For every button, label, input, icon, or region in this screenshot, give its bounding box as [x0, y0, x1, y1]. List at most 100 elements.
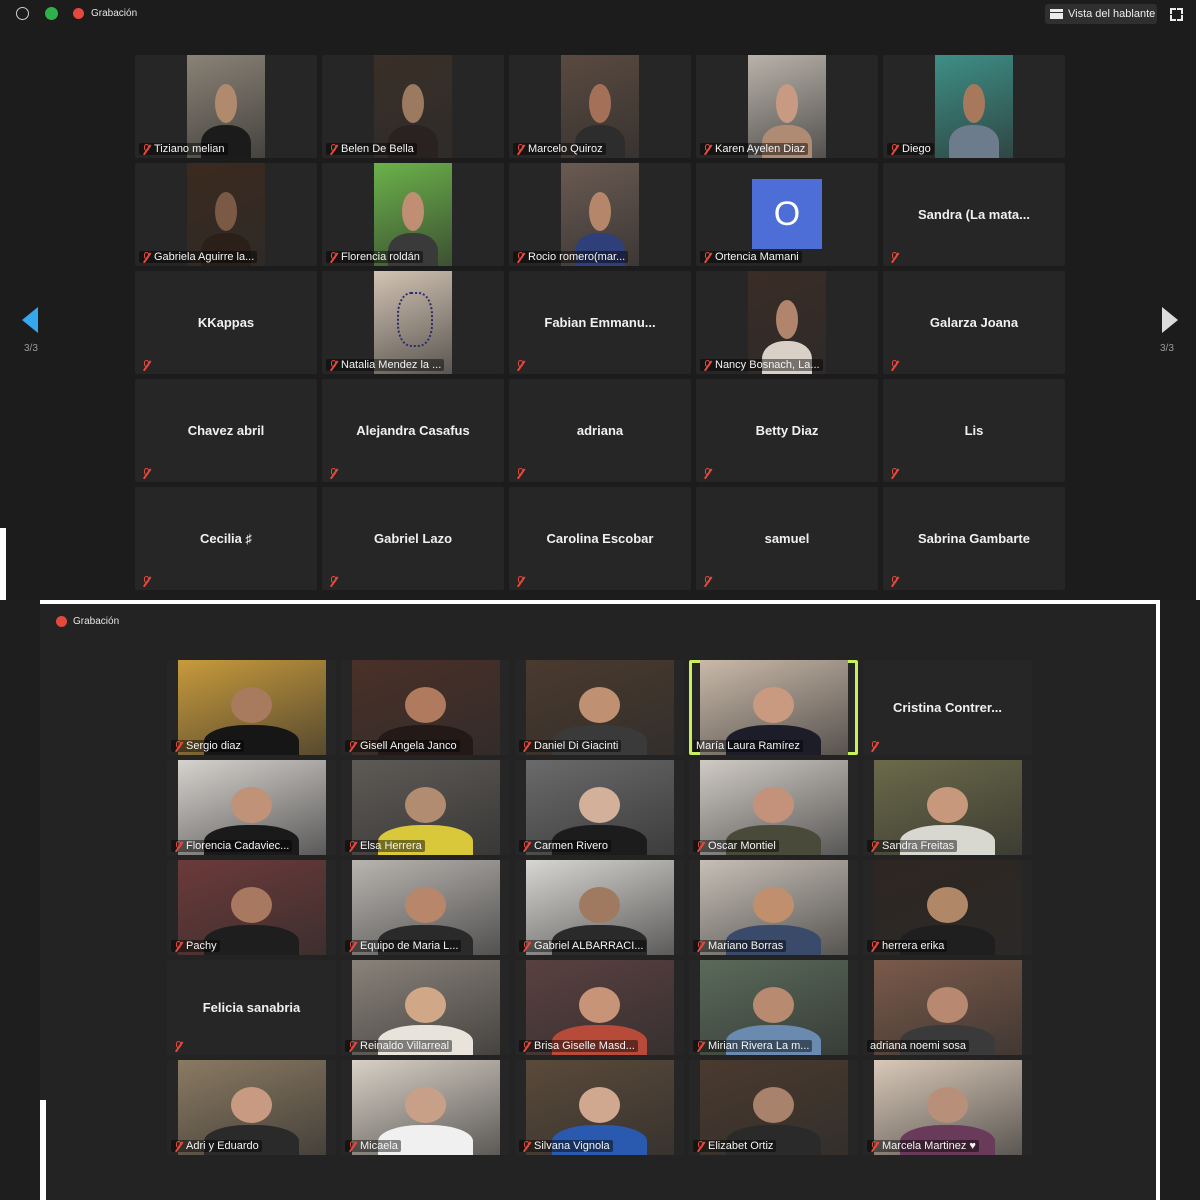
participant-tile[interactable]: Lis: [883, 379, 1065, 482]
participant-name: samuel: [764, 530, 810, 546]
participant-name: Tiziano melian: [154, 143, 225, 155]
participant-tile[interactable]: Brisa Giselle Masd...: [515, 960, 684, 1055]
participant-tile[interactable]: Gabriel ALBARRACI...: [515, 860, 684, 955]
participant-grid-top: Tiziano melian Belen De Bella Marcelo Quir…: [135, 55, 1065, 590]
participant-tile[interactable]: Carmen Rivero: [515, 760, 684, 855]
participant-tile[interactable]: samuel: [696, 487, 878, 590]
participant-tile[interactable]: Sandra Freitas: [863, 760, 1032, 855]
participant-tile[interactable]: Rocio romero(mar...: [509, 163, 691, 266]
participant-tile[interactable]: Sergio diaz: [167, 660, 336, 755]
participant-tile[interactable]: Betty Diaz: [696, 379, 878, 482]
participant-name-label: [171, 1041, 186, 1052]
participant-tile[interactable]: herrera erika: [863, 860, 1032, 955]
participant-name: Mirian Rivera La m...: [708, 1040, 810, 1052]
participant-tile[interactable]: Reinaldo Villarreal: [341, 960, 510, 1055]
participant-tile[interactable]: Cristina Contrer...: [863, 660, 1032, 755]
participant-tile[interactable]: Elsa Herrera: [341, 760, 510, 855]
participant-tile[interactable]: Nancy Bosnach, La...: [696, 271, 878, 374]
participant-name: Sabrina Gambarte: [918, 530, 1030, 546]
muted-mic-icon: [348, 740, 357, 752]
participant-name: Cristina Contrer...: [892, 699, 1003, 715]
next-page-button[interactable]: 3/3: [1150, 285, 1190, 375]
participant-name-label: [867, 741, 882, 752]
participant-tile[interactable]: Equipo de Maria L...: [341, 860, 510, 955]
participant-name-label: Elsa Herrera: [345, 840, 425, 852]
participant-tile[interactable]: Adri y Eduardo: [167, 1060, 336, 1155]
participant-name-label: [139, 360, 154, 371]
participant-tile[interactable]: Micaela: [341, 1060, 510, 1155]
participant-tile[interactable]: adriana noemi sosa: [863, 960, 1032, 1055]
info-icon[interactable]: [16, 7, 29, 20]
muted-mic-icon: [174, 1041, 183, 1052]
participant-tile[interactable]: Sabrina Gambarte: [883, 487, 1065, 590]
participant-tile[interactable]: Karen Ayelen Diaz: [696, 55, 878, 158]
muted-mic-icon: [348, 940, 357, 952]
participant-tile[interactable]: adriana: [509, 379, 691, 482]
participant-tile[interactable]: Marcelo Quiroz: [509, 55, 691, 158]
participant-tile[interactable]: Carolina Escobar: [509, 487, 691, 590]
participant-name: Adri y Eduardo: [186, 1140, 259, 1152]
fullscreen-icon[interactable]: [1170, 8, 1183, 21]
participant-tile[interactable]: María Laura Ramírez: [689, 660, 858, 755]
participant-tile[interactable]: Gabriela Aguirre la...: [135, 163, 317, 266]
participant-tile[interactable]: Belen De Bella: [322, 55, 504, 158]
previous-page-button[interactable]: 3/3: [12, 285, 52, 375]
participant-tile[interactable]: Cecilia ♯: [135, 487, 317, 590]
participant-tile[interactable]: Marcela Martinez ♥: [863, 1060, 1032, 1155]
participant-name-label: Reinaldo Villarreal: [345, 1040, 453, 1052]
record-icon: [56, 616, 67, 627]
shield-icon[interactable]: [45, 7, 58, 20]
participant-tile[interactable]: Mirian Rivera La m...: [689, 960, 858, 1055]
participant-name: Felicia sanabria: [202, 999, 301, 1015]
participant-tile[interactable]: Florencia Cadaviec...: [167, 760, 336, 855]
participant-name: Alejandra Casafus: [356, 422, 470, 438]
muted-mic-icon: [870, 741, 879, 752]
muted-mic-icon: [696, 1140, 705, 1152]
muted-mic-icon: [870, 940, 879, 952]
participant-tile[interactable]: Diego: [883, 55, 1065, 158]
participant-name-label: [887, 252, 902, 263]
participant-tile[interactable]: Natalia Mendez la ...: [322, 271, 504, 374]
participant-name-label: [513, 468, 528, 479]
bottom-meeting-screenshot: Grabación Sergio diaz Gisell Angela Janco…: [0, 600, 1200, 1200]
participant-tile[interactable]: Felicia sanabria: [167, 960, 336, 1055]
participant-tile[interactable]: Gisell Angela Janco: [341, 660, 510, 755]
muted-mic-icon: [329, 576, 338, 587]
participant-tile[interactable]: Daniel Di Giacinti: [515, 660, 684, 755]
recording-label: Grabación: [91, 8, 138, 19]
participant-name: Equipo de Maria L...: [360, 940, 459, 952]
participant-tile[interactable]: Pachy: [167, 860, 336, 955]
participant-name-label: Elizabet Ortiz: [693, 1140, 777, 1152]
muted-mic-icon: [142, 576, 151, 587]
participant-name: Carolina Escobar: [546, 530, 654, 546]
participant-name: Sandra (La mata...: [918, 206, 1030, 222]
participant-tile[interactable]: Sandra (La mata...: [883, 163, 1065, 266]
participant-name: Daniel Di Giacinti: [534, 740, 619, 752]
muted-mic-icon: [174, 840, 183, 852]
participant-tile[interactable]: Gabriel Lazo: [322, 487, 504, 590]
participant-tile[interactable]: Tiziano melian: [135, 55, 317, 158]
recording-label: Grabación: [73, 616, 120, 627]
participant-tile[interactable]: Oscar Montiel: [689, 760, 858, 855]
muted-mic-icon: [142, 468, 151, 479]
participant-name-label: Rocio romero(mar...: [513, 251, 629, 263]
participant-tile[interactable]: O Ortencia Mamani: [696, 163, 878, 266]
participant-tile[interactable]: Elizabet Ortiz: [689, 1060, 858, 1155]
muted-mic-icon: [348, 1140, 357, 1152]
participant-tile[interactable]: Mariano Borras: [689, 860, 858, 955]
participant-tile[interactable]: Florencia roldán: [322, 163, 504, 266]
participant-name: Reinaldo Villarreal: [360, 1040, 450, 1052]
participant-name-label: Mariano Borras: [693, 940, 787, 952]
participant-name-label: María Laura Ramírez: [693, 740, 803, 752]
participant-name: Elizabet Ortiz: [708, 1140, 774, 1152]
speaker-view-button[interactable]: Vista del hablante: [1045, 4, 1157, 24]
participant-tile[interactable]: Chavez abril: [135, 379, 317, 482]
participant-name-label: Nancy Bosnach, La...: [700, 359, 823, 371]
participant-name: Silvana Vignola: [534, 1140, 610, 1152]
participant-tile[interactable]: Silvana Vignola: [515, 1060, 684, 1155]
participant-tile[interactable]: Galarza Joana: [883, 271, 1065, 374]
participant-tile[interactable]: Fabian Emmanu...: [509, 271, 691, 374]
participant-tile[interactable]: KKappas: [135, 271, 317, 374]
participant-name-label: [700, 576, 715, 587]
participant-tile[interactable]: Alejandra Casafus: [322, 379, 504, 482]
